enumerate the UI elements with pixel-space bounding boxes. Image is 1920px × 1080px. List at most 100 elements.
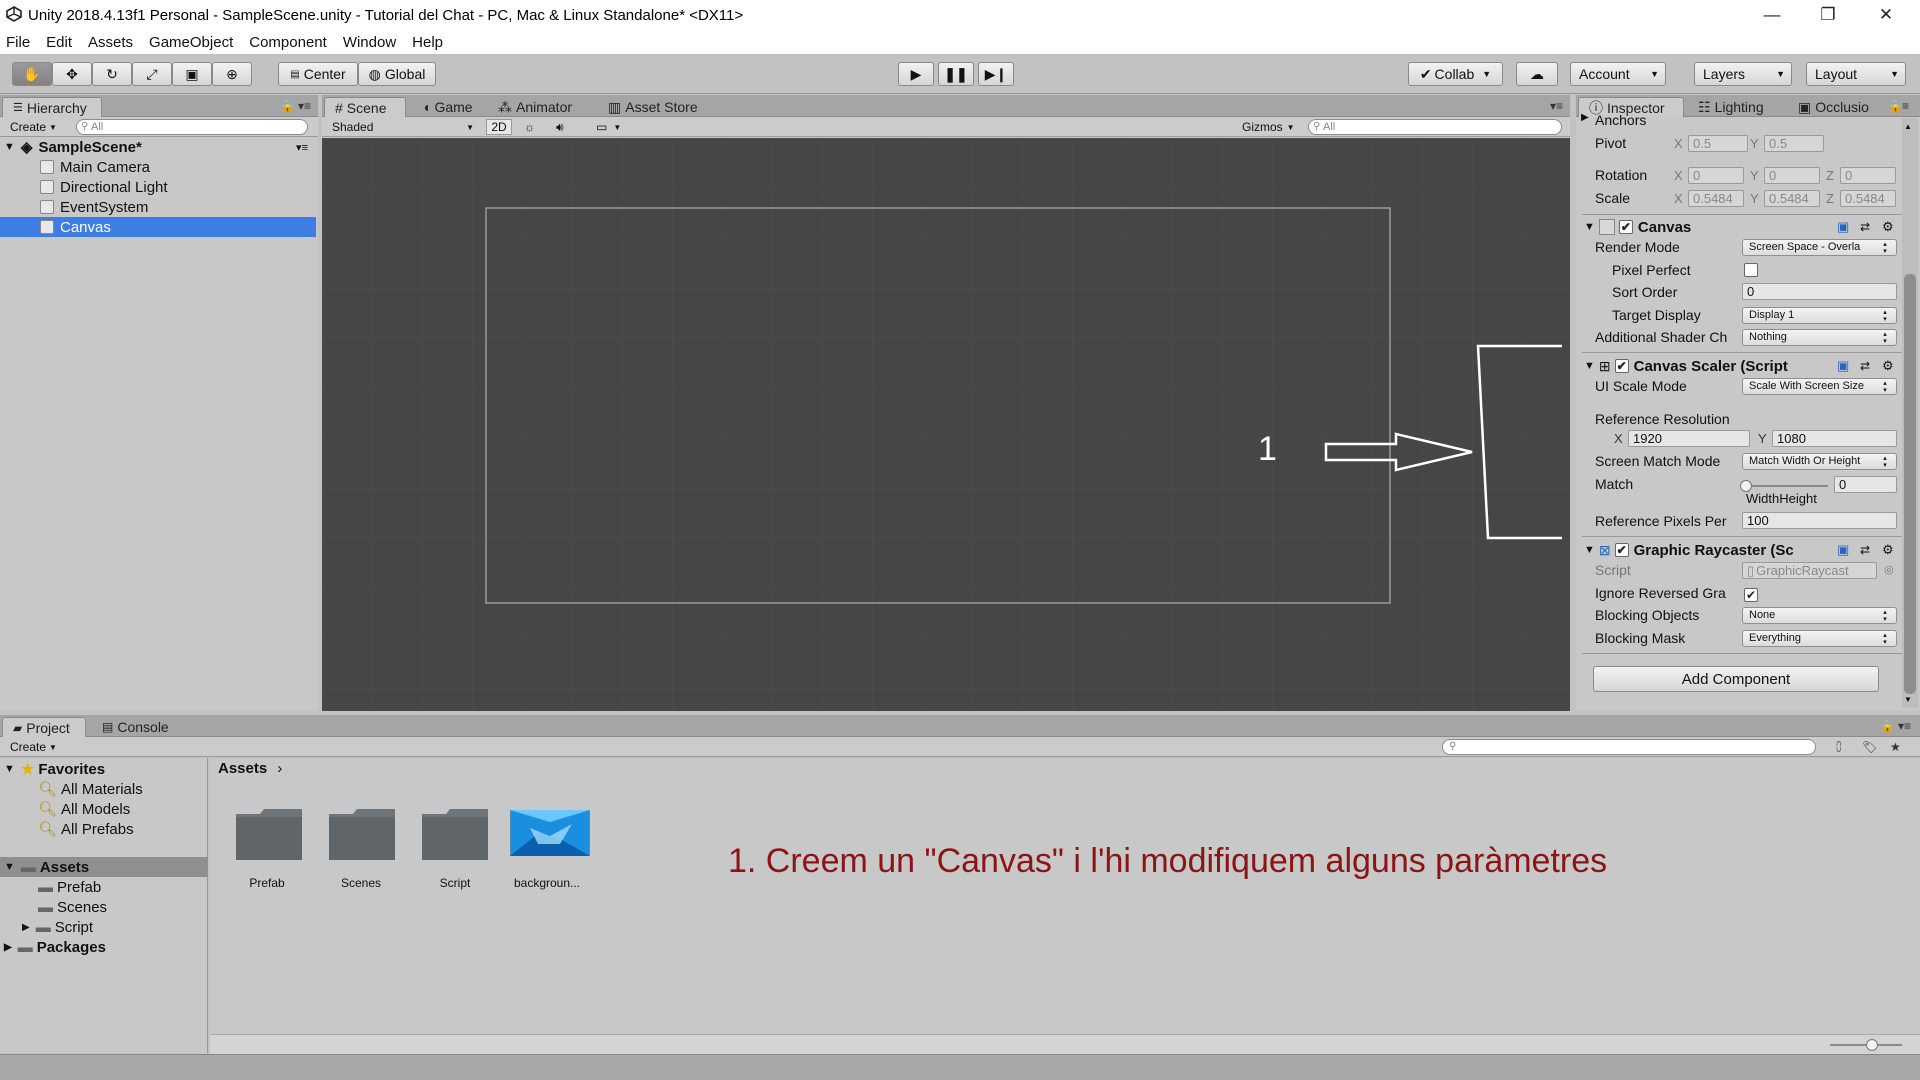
menu-help[interactable]: Help — [412, 34, 443, 51]
move-tool-button[interactable]: ✥ — [52, 62, 92, 86]
ignore-reversed-checkbox[interactable]: ✔ — [1744, 586, 1763, 603]
gear-icon[interactable]: ⚙ — [1882, 219, 1894, 235]
canvas-component-header[interactable]: ▼ ✔ Canvas ▣ ⇄ ⚙ — [1582, 216, 1902, 238]
pixel-perfect-checkbox[interactable] — [1744, 263, 1763, 281]
help-icon[interactable]: ▣ — [1837, 219, 1849, 235]
add-component-button[interactable]: Add Component — [1593, 666, 1879, 692]
layers-dropdown[interactable]: Layers ▼ — [1694, 62, 1792, 86]
rect-tool-button[interactable]: ▣ — [172, 62, 212, 86]
canvas-scaler-enabled-checkbox[interactable]: ✔ — [1614, 359, 1629, 373]
hierarchy-item-main-camera[interactable]: Main Camera — [0, 157, 316, 177]
pivot-global-toggle[interactable]: ◍ Global — [358, 62, 436, 86]
assets-row[interactable]: ▼ ▬ Assets — [0, 857, 208, 877]
menu-file[interactable]: File — [6, 34, 30, 51]
reference-pixels-field[interactable]: 100 — [1742, 512, 1897, 529]
screen-match-mode-dropdown[interactable]: Match Width Or Height — [1742, 453, 1897, 470]
menu-assets[interactable]: Assets — [88, 34, 133, 51]
maximize-button[interactable]: ❐ — [1800, 0, 1856, 30]
background-image-thumbnail[interactable] — [510, 810, 590, 856]
favorites-row[interactable]: ▼ ★ Favorites — [4, 759, 105, 779]
anchors-label[interactable]: ▶ Anchors — [1581, 112, 1646, 128]
reference-y-field[interactable]: 1080 — [1772, 430, 1897, 447]
scale-y-field[interactable]: 0.5484 — [1764, 190, 1820, 207]
project-search-input[interactable]: ⚲ — [1442, 739, 1816, 755]
layout-dropdown[interactable]: Layout ▼ — [1806, 62, 1906, 86]
play-button[interactable]: ▶ — [898, 62, 934, 86]
favorite-all-prefabs[interactable]: 🔍︎ All Prefabs — [38, 819, 134, 839]
scrollbar-thumb[interactable] — [1904, 274, 1916, 694]
scale-x-field[interactable]: 0.5484 — [1688, 190, 1744, 207]
hierarchy-item-canvas[interactable]: Canvas — [0, 217, 316, 237]
hand-tool-button[interactable]: ✋ — [12, 62, 52, 86]
inspector-scrollbar[interactable]: ▲ ▼ — [1902, 118, 1918, 708]
panel-menu-icon[interactable]: ≡ — [1902, 99, 1909, 113]
pivot-center-toggle[interactable]: ▤ Center — [278, 62, 358, 86]
collab-dropdown[interactable]: ✔ Collab ▼ — [1408, 62, 1503, 86]
gear-icon[interactable]: ⚙ — [1882, 358, 1894, 374]
canvas-enabled-checkbox[interactable]: ✔ — [1618, 220, 1633, 234]
tab-hierarchy[interactable]: ☰ Hierarchy — [2, 97, 102, 117]
rotation-z-field[interactable]: 0 — [1840, 167, 1896, 184]
account-dropdown[interactable]: Account ▼ — [1570, 62, 1666, 86]
blocking-mask-dropdown[interactable]: Everything — [1742, 630, 1897, 647]
rotation-y-field[interactable]: 0 — [1764, 167, 1820, 184]
cloud-button[interactable]: ☁ — [1516, 62, 1558, 86]
scene-menu-icon[interactable]: ▾≡ — [296, 141, 308, 154]
raycaster-enabled-checkbox[interactable]: ✔ — [1614, 543, 1629, 557]
hierarchy-item-eventsystem[interactable]: EventSystem — [0, 197, 316, 217]
scroll-down-icon[interactable]: ▼ — [1904, 695, 1912, 704]
reference-x-field[interactable]: 1920 — [1628, 430, 1750, 447]
match-slider-track[interactable] — [1740, 480, 1828, 492]
help-icon[interactable]: ▣ — [1837, 542, 1849, 558]
pause-button[interactable]: ❚❚ — [938, 62, 974, 86]
ui-scale-mode-dropdown[interactable]: Scale With Screen Size — [1742, 378, 1897, 395]
tab-animator[interactable]: ⁂ Animator — [488, 97, 582, 117]
close-button[interactable]: ✕ — [1858, 0, 1914, 30]
pivot-y-field[interactable]: 0.5 — [1764, 135, 1824, 152]
tab-game[interactable]: ◖ Game — [412, 97, 483, 117]
tab-console[interactable]: ▤ Console — [92, 717, 179, 737]
star-icon[interactable]: ★ — [1890, 740, 1901, 754]
hierarchy-item-directional-light[interactable]: Directional Light — [0, 177, 316, 197]
scene-search-input[interactable]: ⚲ All — [1308, 119, 1562, 135]
target-display-dropdown[interactable]: Display 1 — [1742, 307, 1897, 324]
2d-toggle[interactable]: 2D — [486, 119, 512, 135]
sort-order-field[interactable]: 0 — [1742, 283, 1897, 300]
scene-viewport[interactable]: 1 — [322, 138, 1570, 711]
folder-icon[interactable] — [234, 806, 304, 862]
asset-folder-scenes[interactable]: ▬ Scenes — [38, 897, 107, 917]
blocking-objects-dropdown[interactable]: None — [1742, 607, 1897, 624]
zoom-slider[interactable] — [1830, 1039, 1902, 1051]
gizmos-dropdown[interactable]: Gizmos ▼ — [1238, 119, 1299, 135]
project-create-button[interactable]: Create ▼ — [6, 739, 61, 755]
tab-lighting[interactable]: ☷ Lighting — [1688, 97, 1774, 117]
pivot-x-field[interactable]: 0.5 — [1688, 135, 1748, 152]
rotate-tool-button[interactable]: ↻ — [92, 62, 132, 86]
panel-menu-icon[interactable]: ▾≡ — [1898, 719, 1911, 733]
favorite-all-materials[interactable]: 🔍︎ All Materials — [38, 779, 143, 799]
audio-toggle[interactable]: 🔊︎ — [552, 119, 568, 135]
preset-icon[interactable]: ⇄ — [1860, 543, 1870, 557]
filter-label-icon[interactable]: 🏷︎ — [1862, 740, 1877, 754]
hierarchy-search-input[interactable]: ⚲ All — [76, 119, 308, 135]
menu-gameobject[interactable]: GameObject — [149, 34, 233, 51]
hierarchy-create-button[interactable]: Create ▼ — [6, 119, 61, 135]
render-mode-dropdown[interactable]: Screen Space - Overla — [1742, 239, 1897, 256]
panel-menu-icon[interactable]: ▾≡ — [1550, 99, 1563, 113]
step-button[interactable]: ▶❙ — [978, 62, 1014, 86]
rotation-x-field[interactable]: 0 — [1688, 167, 1744, 184]
help-icon[interactable]: ▣ — [1837, 358, 1849, 374]
effects-dropdown[interactable]: ▭ ▼ — [592, 119, 625, 135]
shading-mode-dropdown[interactable]: Shaded ▼ — [328, 119, 478, 135]
lighting-toggle[interactable]: ☼ — [520, 119, 539, 135]
folder-icon[interactable] — [420, 806, 490, 862]
tab-occlusion[interactable]: ▣ Occlusio — [1788, 97, 1884, 117]
preset-icon[interactable]: ⇄ — [1860, 359, 1870, 373]
scale-tool-button[interactable]: ⤢ — [132, 62, 172, 86]
menu-window[interactable]: Window — [343, 34, 396, 51]
scroll-up-icon[interactable]: ▲ — [1904, 122, 1912, 131]
filter-type-icon[interactable]: ⩇ — [1836, 740, 1841, 755]
asset-folder-prefab[interactable]: ▬ Prefab — [38, 877, 101, 897]
gear-icon[interactable]: ⚙ — [1882, 542, 1894, 558]
transform-tool-button[interactable]: ⊕ — [212, 62, 252, 86]
